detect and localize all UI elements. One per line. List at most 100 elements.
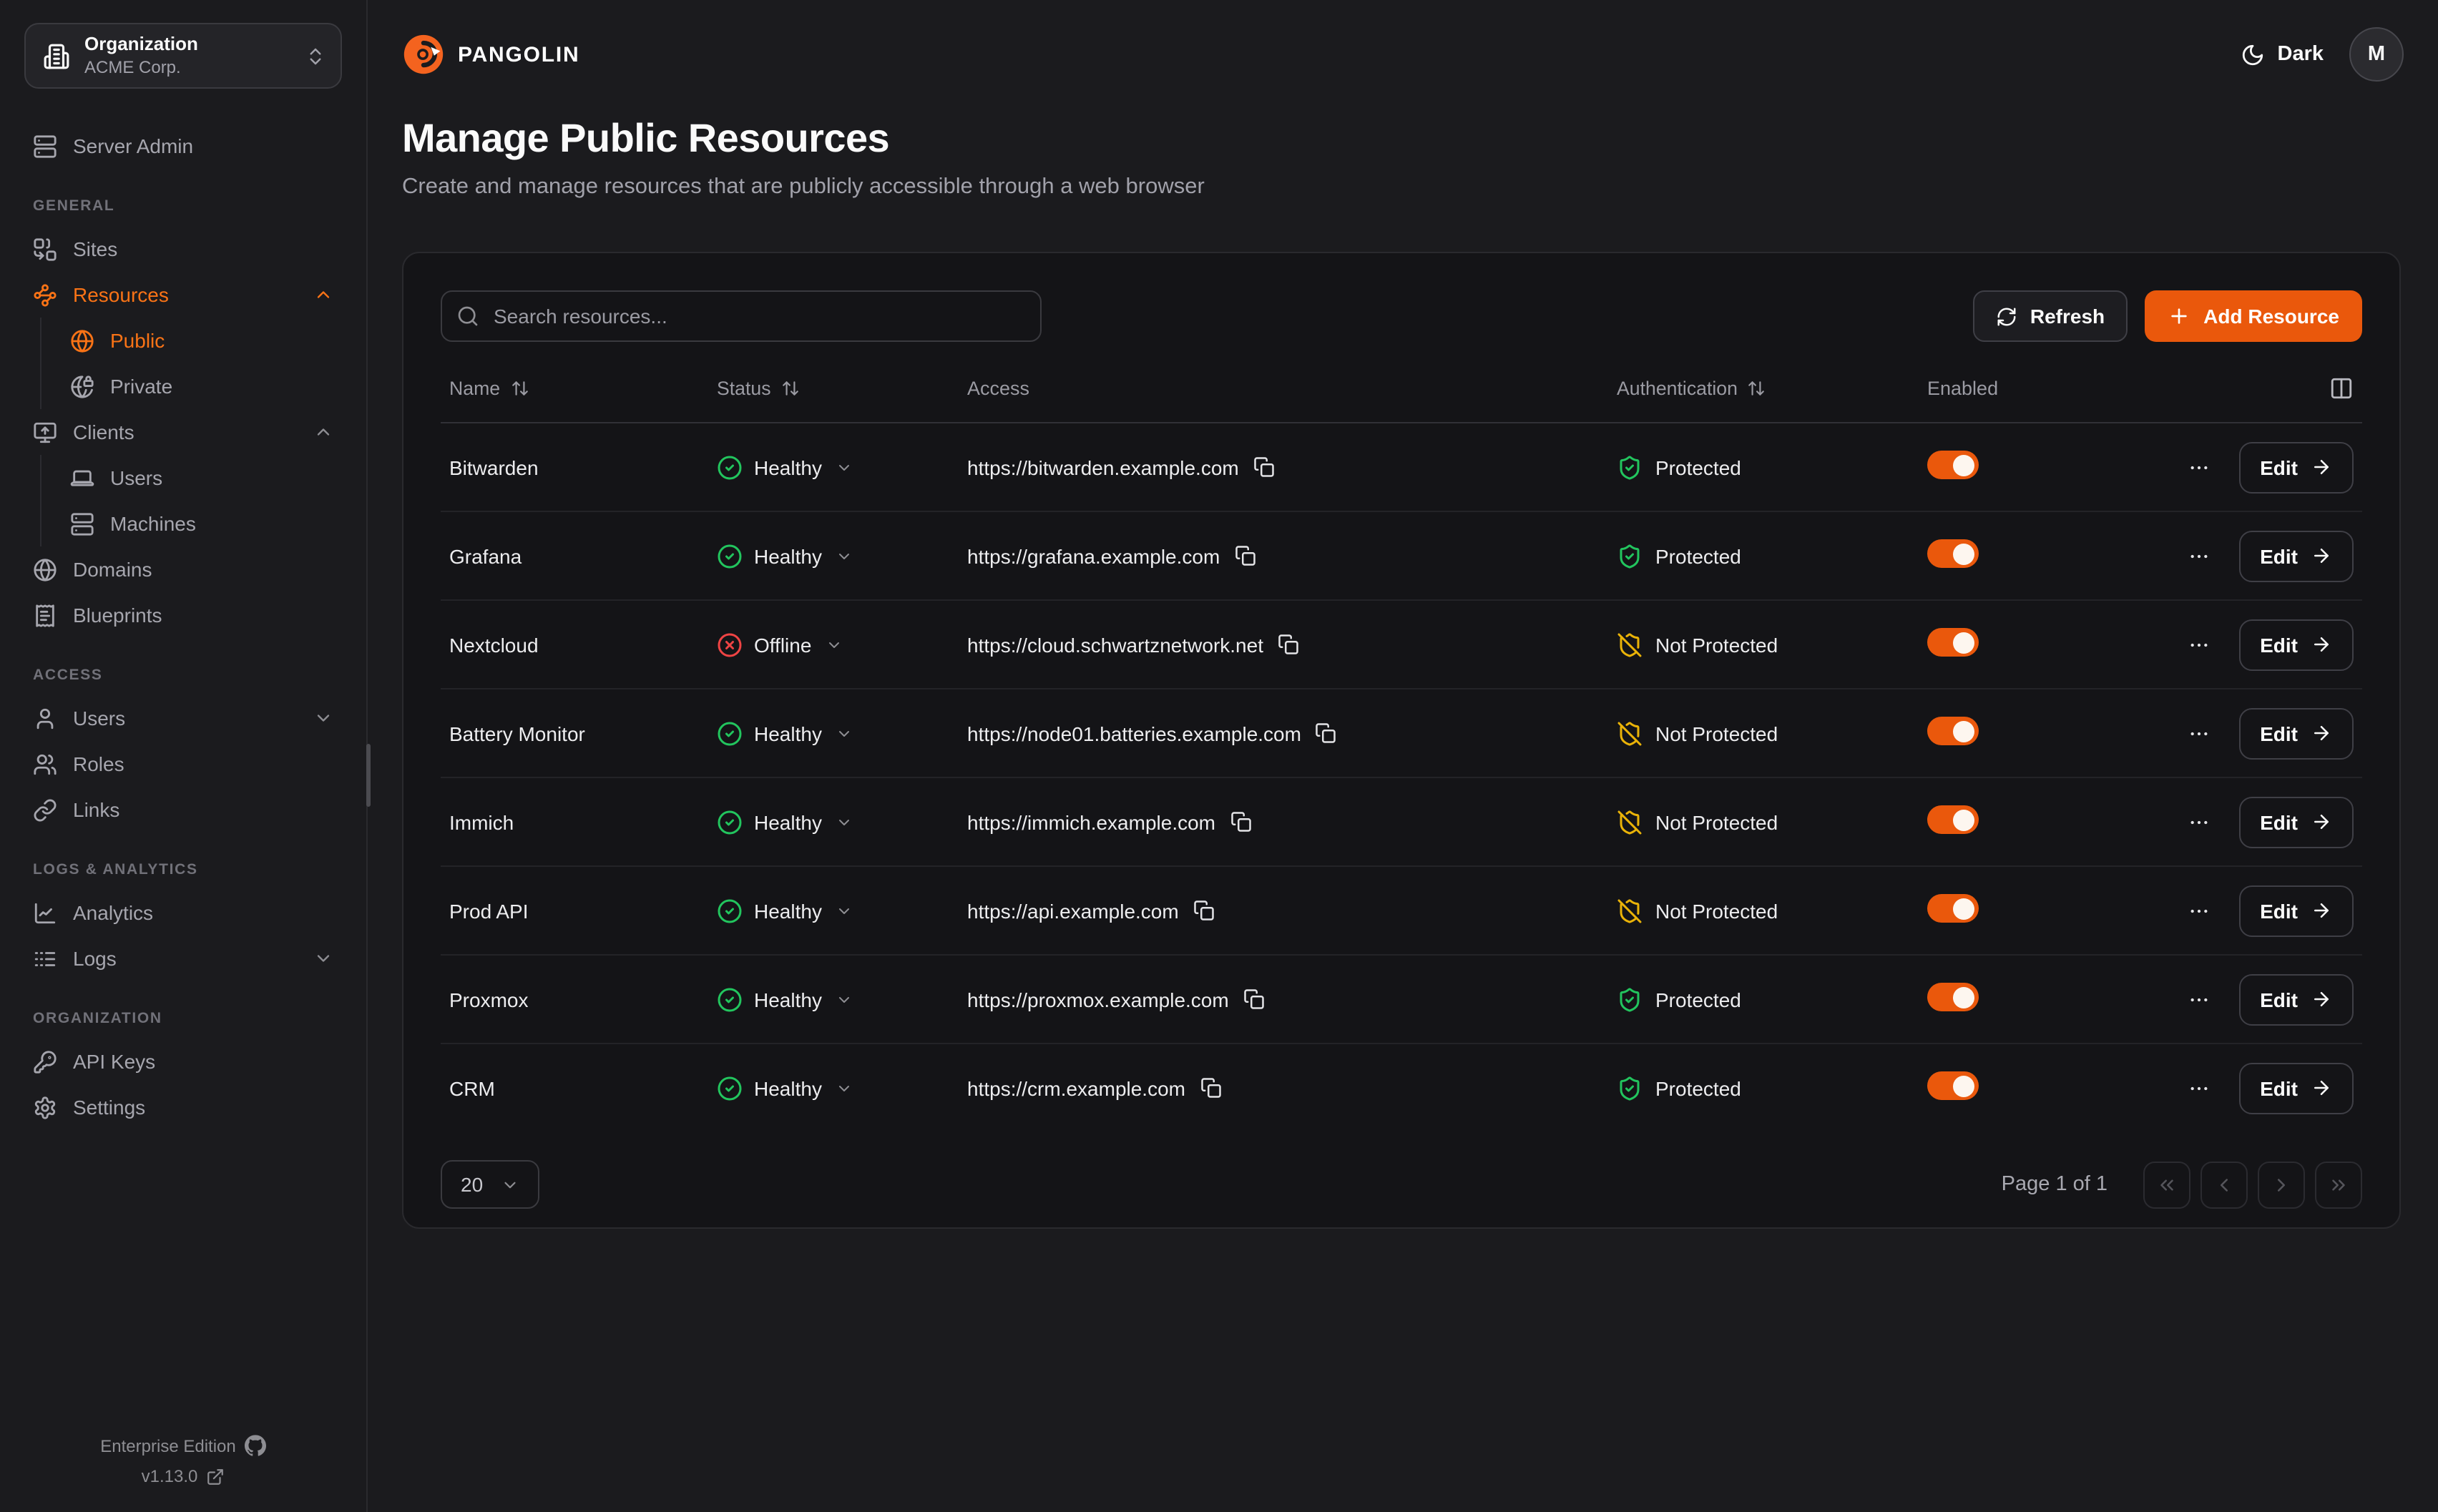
enabled-toggle[interactable] xyxy=(1927,983,1979,1011)
sidebar-item-settings[interactable]: Settings xyxy=(24,1084,342,1130)
github-icon[interactable] xyxy=(245,1435,266,1456)
enabled-toggle[interactable] xyxy=(1927,894,1979,923)
sidebar-item-label: Machines xyxy=(110,512,196,535)
user-avatar[interactable]: M xyxy=(2349,27,2404,82)
status-dropdown[interactable]: Healthy xyxy=(717,454,853,480)
column-header-authentication[interactable]: Authentication xyxy=(1617,377,1927,398)
edit-button[interactable]: Edit xyxy=(2238,619,2354,670)
resource-name: CRM xyxy=(449,1076,717,1099)
sidebar-item-label: Public xyxy=(110,329,165,352)
enabled-toggle[interactable] xyxy=(1927,628,1979,657)
column-visibility-button[interactable] xyxy=(2156,375,2354,400)
enabled-toggle[interactable] xyxy=(1927,805,1979,834)
column-header-name[interactable]: Name xyxy=(449,377,717,398)
enabled-toggle[interactable] xyxy=(1927,451,1979,479)
search-input[interactable] xyxy=(441,290,1042,342)
status-label: Healthy xyxy=(754,722,822,745)
copy-url-button[interactable] xyxy=(1200,1077,1221,1099)
status-dropdown[interactable]: Healthy xyxy=(717,986,853,1012)
external-link-icon[interactable] xyxy=(206,1467,225,1486)
sidebar-item-links[interactable]: Links xyxy=(24,787,342,833)
plus-icon xyxy=(2168,305,2190,328)
sidebar-item-clients[interactable]: Clients xyxy=(24,409,342,455)
sidebar-item-client-users[interactable]: Users xyxy=(62,455,342,501)
resource-name: Immich xyxy=(449,810,717,833)
copy-url-button[interactable] xyxy=(1316,722,1337,744)
enabled-toggle[interactable] xyxy=(1927,539,1979,568)
add-resource-button[interactable]: Add Resource xyxy=(2145,290,2362,342)
column-header-status[interactable]: Status xyxy=(717,377,967,398)
resource-name: Grafana xyxy=(449,544,717,567)
next-page-button[interactable] xyxy=(2258,1161,2305,1208)
sidebar-item-users[interactable]: Users xyxy=(24,695,342,741)
edit-button[interactable]: Edit xyxy=(2238,796,2354,848)
sidebar-item-sites[interactable]: Sites xyxy=(24,226,342,272)
copy-icon xyxy=(1253,456,1275,478)
column-label: Name xyxy=(449,377,500,398)
copy-url-button[interactable] xyxy=(1243,988,1265,1010)
sidebar-item-server-admin[interactable]: Server Admin xyxy=(24,123,342,169)
sidebar-item-private[interactable]: Private xyxy=(62,363,342,409)
sidebar-item-label: Domains xyxy=(73,558,152,581)
row-menu-button[interactable] xyxy=(2181,893,2216,928)
edit-button[interactable]: Edit xyxy=(2238,441,2354,493)
sidebar-item-resources[interactable]: Resources xyxy=(24,272,342,318)
copy-icon xyxy=(1193,900,1215,921)
sidebar-item-public[interactable]: Public xyxy=(62,318,342,363)
resources-icon xyxy=(33,283,57,307)
copy-url-button[interactable] xyxy=(1253,456,1275,478)
enabled-toggle[interactable] xyxy=(1927,717,1979,745)
row-menu-button[interactable] xyxy=(2181,716,2216,750)
org-selector[interactable]: Organization ACME Corp. xyxy=(24,23,342,89)
table-row: Battery Monitor Healthy https://node01.b… xyxy=(441,689,2362,778)
sidebar-item-api-keys[interactable]: API Keys xyxy=(24,1039,342,1084)
globe-icon xyxy=(70,328,94,353)
refresh-button[interactable]: Refresh xyxy=(1973,290,2128,342)
edit-button[interactable]: Edit xyxy=(2238,885,2354,936)
edit-button[interactable]: Edit xyxy=(2238,973,2354,1025)
copy-url-button[interactable] xyxy=(1193,900,1215,921)
sidebar-item-roles[interactable]: Roles xyxy=(24,741,342,787)
edit-button[interactable]: Edit xyxy=(2238,1062,2354,1114)
sidebar-item-machines[interactable]: Machines xyxy=(62,501,342,546)
page-size-select[interactable]: 20 xyxy=(441,1160,539,1209)
copy-url-button[interactable] xyxy=(1230,811,1251,833)
status-dropdown[interactable]: Offline xyxy=(717,632,843,657)
shield-check-icon xyxy=(1617,1075,1643,1101)
resource-url: https://cloud.schwartznetwork.net xyxy=(967,633,1263,656)
copy-url-button[interactable] xyxy=(1234,545,1255,566)
ellipsis-icon xyxy=(2187,988,2210,1011)
row-menu-button[interactable] xyxy=(2181,1071,2216,1105)
edit-button[interactable]: Edit xyxy=(2238,530,2354,581)
sidebar-item-label: API Keys xyxy=(73,1050,155,1073)
chevron-up-icon xyxy=(313,285,333,305)
status-dropdown[interactable]: Healthy xyxy=(717,543,853,569)
theme-toggle[interactable]: Dark xyxy=(2241,42,2324,67)
row-menu-button[interactable] xyxy=(2181,982,2216,1016)
sidebar-item-label: Users xyxy=(110,466,162,489)
row-menu-button[interactable] xyxy=(2181,627,2216,662)
table-row: Proxmox Healthy https://proxmox.example.… xyxy=(441,956,2362,1044)
status-dropdown[interactable]: Healthy xyxy=(717,1075,853,1101)
status-dropdown[interactable]: Healthy xyxy=(717,720,853,746)
pangolin-logo[interactable]: PANGOLIN xyxy=(402,33,580,76)
copy-url-button[interactable] xyxy=(1278,634,1299,655)
status-dropdown[interactable]: Healthy xyxy=(717,809,853,835)
enabled-toggle[interactable] xyxy=(1927,1071,1979,1100)
last-page-button[interactable] xyxy=(2315,1161,2362,1208)
status-dropdown[interactable]: Healthy xyxy=(717,898,853,923)
row-menu-button[interactable] xyxy=(2181,805,2216,839)
sidebar-item-label: Server Admin xyxy=(73,134,193,157)
version-label: v1.13.0 xyxy=(142,1466,198,1486)
sidebar-item-domains[interactable]: Domains xyxy=(24,546,342,592)
row-menu-button[interactable] xyxy=(2181,539,2216,573)
prev-page-button[interactable] xyxy=(2200,1161,2248,1208)
edit-button[interactable]: Edit xyxy=(2238,707,2354,759)
row-menu-button[interactable] xyxy=(2181,450,2216,484)
first-page-button[interactable] xyxy=(2143,1161,2190,1208)
sidebar-item-analytics[interactable]: Analytics xyxy=(24,890,342,936)
sidebar-item-logs[interactable]: Logs xyxy=(24,936,342,981)
sidebar-item-blueprints[interactable]: Blueprints xyxy=(24,592,342,638)
edit-label: Edit xyxy=(2260,810,2298,833)
chevron-up-icon xyxy=(313,422,333,442)
